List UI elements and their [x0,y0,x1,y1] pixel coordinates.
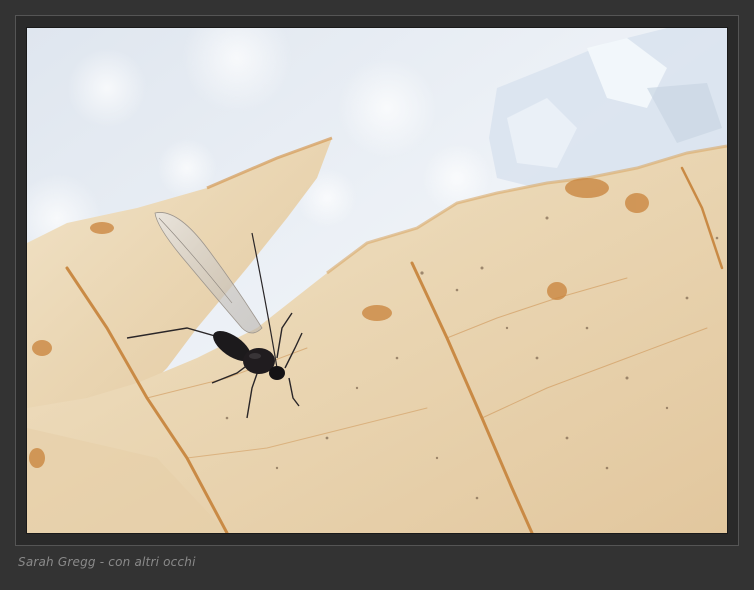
photograph [26,27,728,534]
photo-caption: Sarah Gregg - con altri occhi [18,555,196,569]
photo-image [27,28,727,533]
